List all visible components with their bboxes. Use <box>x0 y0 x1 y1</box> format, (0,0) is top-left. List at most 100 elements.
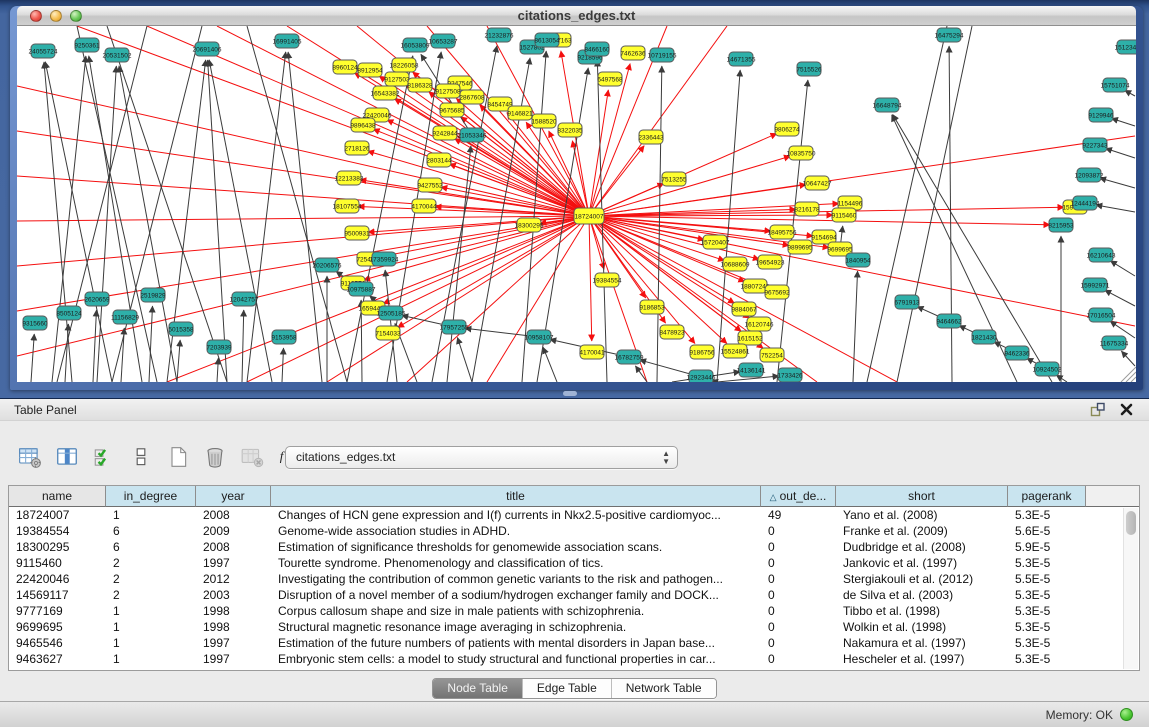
network-window[interactable]: citations_edges.txt 18724007896012489129… <box>10 6 1143 390</box>
table-selector-dropdown[interactable]: citations_edges.txt ▲▼ <box>285 446 678 469</box>
table-cell[interactable]: 18300295 <box>9 539 106 555</box>
network-node[interactable]: 17359924 <box>370 252 399 266</box>
network-node[interactable]: 16991405 <box>273 34 302 48</box>
network-node[interactable]: 2519829 <box>140 288 166 302</box>
table-cell[interactable]: 1 <box>106 635 196 651</box>
table-cell[interactable]: 5.3E-5 <box>1008 619 1086 635</box>
network-node[interactable]: 16053809 <box>401 38 430 52</box>
table-cell[interactable]: Tourette syndrome. Phenomenology and cla… <box>271 555 761 571</box>
table-cell[interactable]: 19384554 <box>9 523 106 539</box>
network-node[interactable]: 2718126 <box>344 141 370 155</box>
network-node[interactable]: 10975887 <box>347 282 376 296</box>
network-node[interactable]: 10958107 <box>525 330 554 344</box>
network-node[interactable]: 7154033 <box>375 326 401 340</box>
network-node[interactable]: 9250361 <box>74 38 100 52</box>
toolbar-button-delete-table-icon[interactable] <box>201 443 229 471</box>
network-node[interactable]: 10924502 <box>1033 362 1062 376</box>
network-node[interactable]: 4170044 <box>411 199 437 213</box>
column-header-short[interactable]: short <box>836 486 1008 507</box>
table-cell[interactable]: Embryonic stem cells: a model to study s… <box>271 651 761 667</box>
table-cell[interactable]: Wolkin et al. (1998) <box>836 619 1008 635</box>
table-cell[interactable]: 9465546 <box>9 635 106 651</box>
table-cell[interactable]: Corpus callosum shape and size in male p… <box>271 603 761 619</box>
network-node[interactable]: 8505124 <box>56 306 82 320</box>
network-node[interactable]: 15720407 <box>701 235 730 249</box>
network-node[interactable]: 12923446 <box>687 370 716 382</box>
table-cell[interactable]: 2009 <box>196 523 271 539</box>
network-node[interactable]: 9462336 <box>1004 346 1030 360</box>
network-node[interactable]: 1840954 <box>845 253 871 267</box>
table-cell[interactable]: 14569117 <box>9 587 106 603</box>
table-row[interactable]: 1830029562008Estimation of significance … <box>9 539 1139 555</box>
table-cell[interactable]: Jankovic et al. (1997) <box>836 555 1008 571</box>
table-cell[interactable]: Changes of HCN gene expression and I(f) … <box>271 507 761 523</box>
network-node[interactable]: 15992971 <box>1081 278 1110 292</box>
network-node[interactable]: 2867608 <box>459 90 485 104</box>
network-node[interactable]: 16120746 <box>745 317 774 331</box>
table-cell[interactable]: 1998 <box>196 619 271 635</box>
toolbar-button-new-table-icon[interactable] <box>164 443 192 471</box>
table-cell[interactable]: Genome-wide association studies in ADHD. <box>271 523 761 539</box>
vertical-scrollbar[interactable] <box>1123 508 1138 669</box>
network-node[interactable]: 14671355 <box>727 52 756 66</box>
network-node[interactable]: 7513255 <box>661 172 687 186</box>
network-node[interactable]: 9242844 <box>432 126 458 140</box>
table-cell[interactable]: 1998 <box>196 603 271 619</box>
network-node[interactable]: 9806274 <box>774 122 800 136</box>
column-header-name[interactable]: name <box>9 486 106 507</box>
toolbar-button-table-settings-icon[interactable] <box>16 443 44 471</box>
network-node[interactable]: 6791913 <box>894 295 920 309</box>
toolbar-button-select-columns-icon[interactable] <box>53 443 81 471</box>
table-cell[interactable]: 0 <box>761 635 836 651</box>
network-node[interactable]: 11156829 <box>111 310 139 324</box>
table-cell[interactable]: 2 <box>106 555 196 571</box>
network-node[interactable]: 20691406 <box>193 42 222 56</box>
table-cell[interactable]: Structural magnetic resonance image aver… <box>271 619 761 635</box>
table-cell[interactable]: 1997 <box>196 555 271 571</box>
network-node[interactable]: 8912954 <box>357 63 383 77</box>
network-node[interactable]: 9899695 <box>787 240 813 254</box>
table-cell[interactable]: Disruption of a novel member of a sodium… <box>271 587 761 603</box>
float-panel-icon[interactable] <box>1089 401 1106 418</box>
network-node[interactable]: 15524861 <box>721 344 750 358</box>
network-node[interactable]: 9227343 <box>1082 138 1108 152</box>
network-node[interactable]: 1821430 <box>971 330 997 344</box>
table-row[interactable]: 946362711997Embryonic stem cells: a mode… <box>9 651 1139 667</box>
table-cell[interactable]: Estimation of the future numbers of pati… <box>271 635 761 651</box>
table-row[interactable]: 1872400712008Changes of HCN gene express… <box>9 507 1139 523</box>
table-cell[interactable]: Yano et al. (2008) <box>836 507 1008 523</box>
table-cell[interactable]: Dudbridge et al. (2008) <box>836 539 1008 555</box>
network-node[interactable]: 12042757 <box>230 292 259 306</box>
table-cell[interactable]: 1997 <box>196 651 271 667</box>
table-cell[interactable]: Tibbo et al. (1998) <box>836 603 1008 619</box>
table-cell[interactable]: 0 <box>761 587 836 603</box>
split-divider-handle[interactable] <box>563 391 577 396</box>
column-header-title[interactable]: title <box>271 486 761 507</box>
table-cell[interactable]: Estimation of significance thresholds fo… <box>271 539 761 555</box>
table-cell[interactable]: 0 <box>761 555 836 571</box>
table-cell[interactable]: 6 <box>106 539 196 555</box>
network-node[interactable]: 9127508 <box>435 84 461 98</box>
network-node[interactable]: 19384554 <box>593 273 622 287</box>
network-node[interactable]: 16475294 <box>935 28 964 42</box>
table-cell[interactable]: 5.6E-5 <box>1008 523 1086 539</box>
column-header-out_de[interactable]: △out_de... <box>761 486 836 507</box>
network-node[interactable]: 21053346 <box>458 128 487 142</box>
table-cell[interactable]: 5.3E-5 <box>1008 587 1086 603</box>
network-node[interactable]: 9129946 <box>1088 108 1114 122</box>
network-node[interactable]: 8322035 <box>557 123 583 137</box>
network-node[interactable]: 1615152 <box>737 331 763 345</box>
network-node[interactable]: 10688609 <box>721 257 750 271</box>
network-node[interactable]: 9153958 <box>271 330 297 344</box>
column-header-pagerank[interactable]: pagerank <box>1008 486 1086 507</box>
table-cell[interactable]: 2 <box>106 571 196 587</box>
tab-edge-table[interactable]: Edge Table <box>522 679 611 698</box>
network-node[interactable]: 9675692 <box>764 285 790 299</box>
table-cell[interactable]: 9699695 <box>9 619 106 635</box>
tab-node-table[interactable]: Node Table <box>433 679 522 698</box>
network-node[interactable]: 2336443 <box>638 130 664 144</box>
network-node[interactable]: 21232876 <box>485 28 514 42</box>
table-cell[interactable]: 0 <box>761 603 836 619</box>
network-node[interactable]: 16648794 <box>873 98 902 112</box>
network-node[interactable]: 10719155 <box>648 48 677 62</box>
